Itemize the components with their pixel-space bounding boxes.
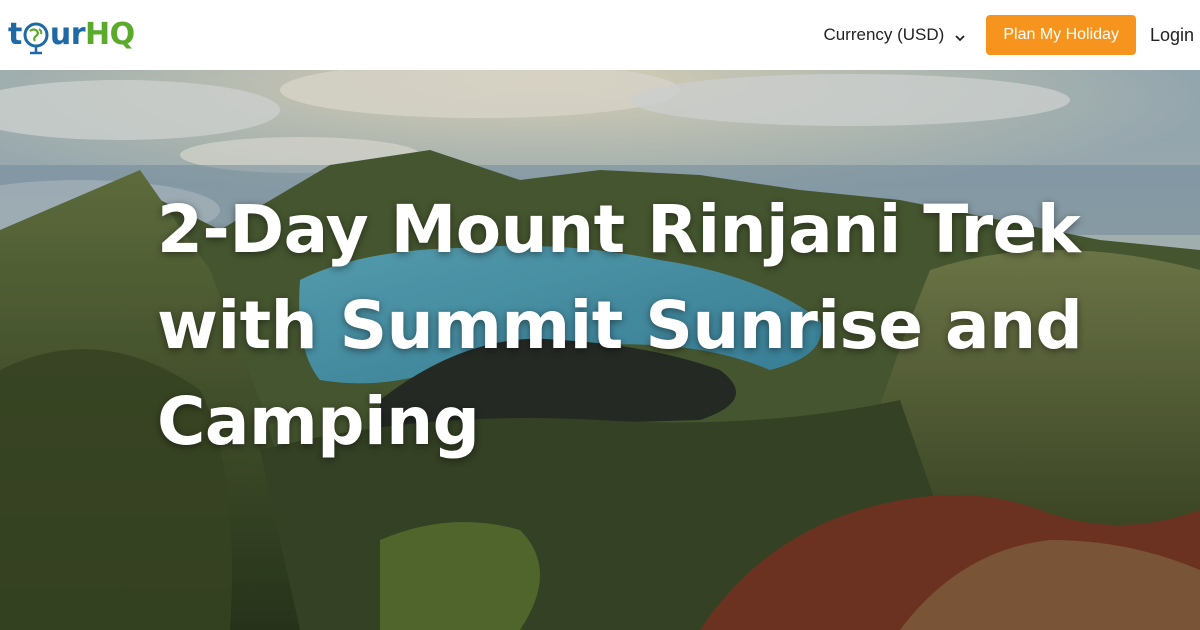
header-nav: Currency (USD) Plan My Holiday Login bbox=[823, 0, 1200, 70]
site-header: t ur HQ Currency (USD) Plan My Holiday L… bbox=[0, 0, 1200, 70]
login-link[interactable]: Login bbox=[1150, 25, 1194, 46]
hero-banner: 2-Day Mount Rinjani Trek with Summit Sun… bbox=[0, 70, 1200, 630]
logo-text-t: t bbox=[8, 16, 22, 52]
chevron-down-icon bbox=[954, 29, 966, 42]
currency-dropdown[interactable]: Currency (USD) bbox=[823, 25, 966, 45]
plan-my-holiday-button[interactable]: Plan My Holiday bbox=[986, 15, 1136, 55]
hero-title: 2-Day Mount Rinjani Trek with Summit Sun… bbox=[157, 191, 1083, 460]
logo-text-hq: HQ bbox=[85, 16, 135, 52]
globe-icon bbox=[21, 21, 51, 55]
tourhq-logo[interactable]: t ur HQ bbox=[8, 10, 135, 58]
currency-label: Currency (USD) bbox=[823, 25, 945, 44]
logo-text-ur: ur bbox=[49, 16, 86, 52]
